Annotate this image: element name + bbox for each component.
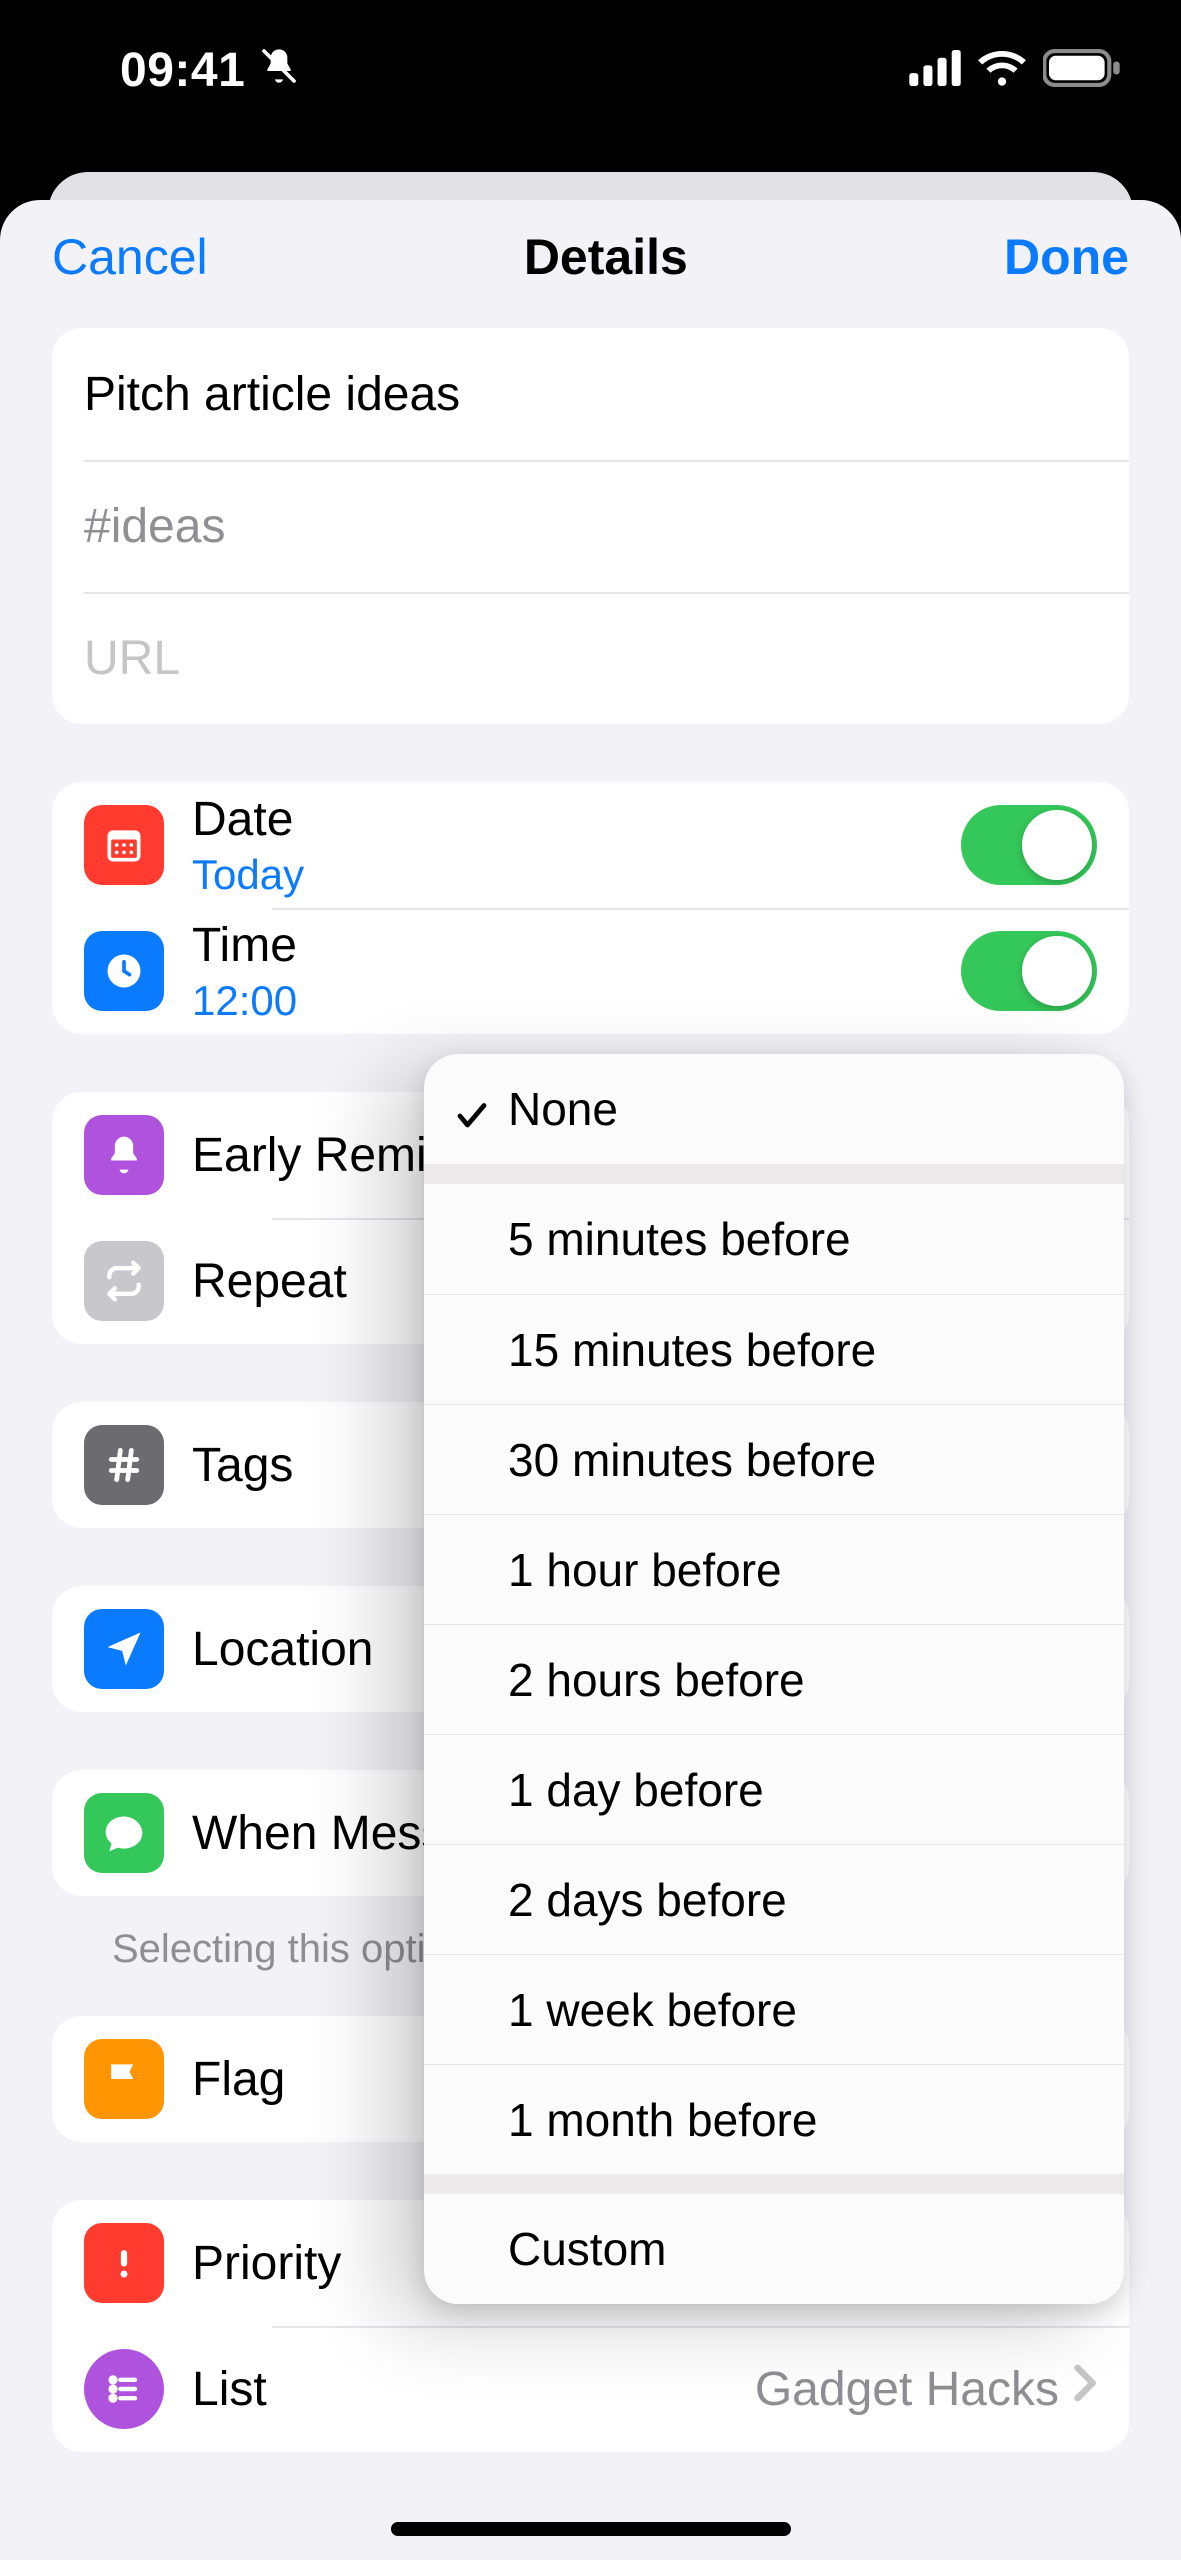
time-row[interactable]: Time 12:00 — [52, 908, 1129, 1034]
calendar-icon — [84, 805, 164, 885]
date-row[interactable]: Date Today — [52, 782, 1129, 908]
menu-separator — [424, 2174, 1124, 2194]
menu-option-label: 1 month before — [508, 2093, 817, 2147]
navbar: Cancel Details Done — [0, 200, 1181, 328]
wifi-icon — [977, 49, 1027, 92]
cancel-button[interactable]: Cancel — [52, 228, 208, 286]
list-row[interactable]: List Gadget Hacks — [52, 2326, 1129, 2452]
bell-icon — [84, 1115, 164, 1195]
list-value: Gadget Hacks — [755, 2362, 1059, 2417]
menu-option[interactable]: 1 day before — [424, 1734, 1124, 1844]
menu-option[interactable]: 15 minutes before — [424, 1294, 1124, 1404]
menu-option[interactable]: Custom — [424, 2194, 1124, 2304]
check-icon — [454, 1091, 490, 1127]
menu-option[interactable]: 1 month before — [424, 2064, 1124, 2174]
menu-option-label: Custom — [508, 2222, 666, 2276]
date-toggle[interactable] — [961, 805, 1097, 885]
location-icon — [84, 1609, 164, 1689]
home-indicator[interactable] — [391, 2522, 791, 2536]
page-title: Details — [524, 228, 688, 286]
menu-option-label: 30 minutes before — [508, 1433, 876, 1487]
repeat-icon — [84, 1241, 164, 1321]
menu-option[interactable]: 2 hours before — [424, 1624, 1124, 1734]
bell-slash-icon — [259, 43, 299, 98]
list-label: List — [192, 2362, 727, 2417]
menu-option-label: None — [508, 1082, 618, 1136]
menu-separator — [424, 1164, 1124, 1184]
date-label: Date — [192, 792, 933, 847]
menu-option-label: 1 week before — [508, 1983, 797, 2037]
menu-option[interactable]: None — [424, 1054, 1124, 1164]
menu-option[interactable]: 1 hour before — [424, 1514, 1124, 1624]
menu-option-label: 1 hour before — [508, 1543, 782, 1597]
list-icon — [84, 2349, 164, 2429]
message-icon — [84, 1793, 164, 1873]
title-field[interactable]: Pitch article ideas — [52, 328, 1129, 460]
menu-option-label: 1 day before — [508, 1763, 764, 1817]
status-bar: 09:41 — [0, 0, 1181, 160]
menu-option[interactable]: 5 minutes before — [424, 1184, 1124, 1294]
cellular-icon — [909, 50, 961, 91]
menu-option[interactable]: 30 minutes before — [424, 1404, 1124, 1514]
title-text: Pitch article ideas — [84, 367, 460, 422]
time-label: Time — [192, 918, 933, 973]
time-value[interactable]: 12:00 — [192, 977, 933, 1025]
clock-icon — [84, 931, 164, 1011]
chevron-right-icon — [1071, 2361, 1097, 2417]
menu-option-label: 5 minutes before — [508, 1212, 851, 1266]
flag-icon — [84, 2039, 164, 2119]
menu-option[interactable]: 1 week before — [424, 1954, 1124, 2064]
menu-option[interactable]: 2 days before — [424, 1844, 1124, 1954]
datetime-group: Date Today Time 12:00 — [52, 782, 1129, 1034]
menu-option-label: 2 hours before — [508, 1653, 805, 1707]
hash-icon — [84, 1425, 164, 1505]
priority-icon — [84, 2223, 164, 2303]
url-field[interactable]: URL — [52, 592, 1129, 724]
notes-field[interactable]: #ideas — [52, 460, 1129, 592]
menu-option-label: 2 days before — [508, 1873, 787, 1927]
battery-icon — [1043, 49, 1121, 92]
time-toggle[interactable] — [961, 931, 1097, 1011]
done-button[interactable]: Done — [1004, 228, 1129, 286]
menu-option-label: 15 minutes before — [508, 1323, 876, 1377]
title-group: Pitch article ideas #ideas URL — [52, 328, 1129, 724]
status-time: 09:41 — [120, 43, 245, 98]
notes-text: #ideas — [84, 499, 225, 554]
date-value[interactable]: Today — [192, 851, 933, 899]
url-placeholder: URL — [84, 631, 180, 686]
early-reminder-menu: None 5 minutes before 15 minutes before 30… — [424, 1054, 1124, 2304]
